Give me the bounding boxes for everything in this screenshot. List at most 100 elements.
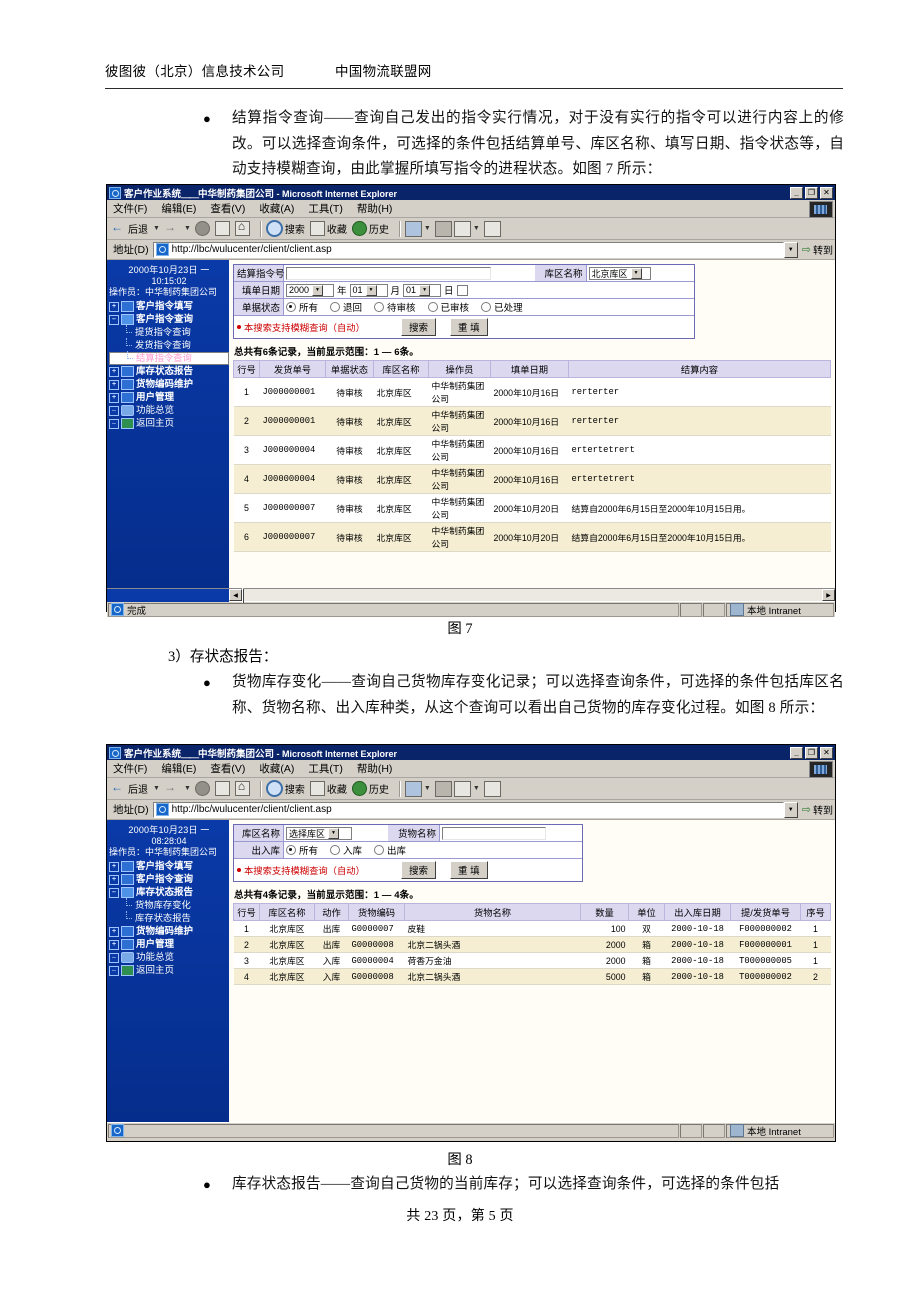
title-bar[interactable]: 客户作业系统＿＿中华制药集团公司 - Microsoft Internet Ex…	[107, 745, 835, 760]
nav-pane-fig8[interactable]: 2000年10月23日 一 08:28:04 操作员：中华制药集团公司 + 客户指…	[107, 820, 229, 1122]
back-button[interactable]: 后退	[111, 780, 148, 796]
nav-item-customer-order-entry[interactable]: + 客户指令填写	[109, 300, 229, 313]
close-button[interactable]: ✕	[820, 746, 833, 759]
mail-dropdown-icon[interactable]: ▼	[424, 225, 431, 232]
date-enable-checkbox[interactable]	[456, 284, 468, 296]
warehouse-select[interactable]: 选择库区 ▼	[286, 826, 352, 840]
close-button[interactable]: ✕	[820, 186, 833, 199]
back-button[interactable]: 后退	[111, 220, 148, 236]
horizontal-scrollbar-fig7[interactable]: ◀ ▶	[107, 588, 835, 607]
menu-edit[interactable]: 编辑(E)	[161, 761, 196, 776]
goods-name-input[interactable]	[442, 826, 546, 840]
discuss-icon[interactable]	[483, 220, 501, 237]
collapse-minus-icon[interactable]: –	[109, 887, 119, 898]
radio-status-all[interactable]: 所有	[286, 300, 318, 314]
menu-favorites[interactable]: 收藏(A)	[259, 201, 294, 216]
nav-pane-fig7[interactable]: 2000年10月23日 一 10:15:02 操作员：中华制药集团公司 + 客户指…	[107, 260, 229, 588]
year-select[interactable]: 2000 ▼	[286, 283, 334, 297]
discuss-icon[interactable]	[483, 780, 501, 797]
edit-dropdown-icon[interactable]: ▼	[473, 785, 480, 792]
menu-tools[interactable]: 工具(T)	[308, 201, 342, 216]
favorites-button[interactable]: 收藏	[309, 781, 347, 796]
restore-button[interactable]: ❐	[805, 746, 818, 759]
table-row[interactable]: 1 J000000001 待审核 北京库区 中华制药集团公司 2000年10月1…	[233, 377, 831, 407]
expand-plus-icon[interactable]: +	[109, 366, 119, 377]
minimize-button[interactable]: _	[790, 186, 803, 199]
reset-button[interactable]: 重 填	[450, 861, 488, 879]
settlement-order-no-input[interactable]	[286, 266, 491, 280]
forward-dropdown-icon[interactable]: ▼	[184, 785, 191, 792]
ie-system-icon[interactable]	[109, 746, 121, 759]
nav-item-inventory-status-report-child[interactable]: 库存状态报告	[109, 911, 229, 925]
nav-item-inventory-status-report[interactable]: – 库存状态报告	[109, 886, 229, 899]
mail-dropdown-icon[interactable]: ▼	[424, 785, 431, 792]
table-row[interactable]: 1 北京库区 出库 G0000007 皮鞋 100 双 2000-10-18 F…	[233, 920, 831, 937]
browser-window-fig8[interactable]: 客户作业系统＿＿中华制药集团公司 - Microsoft Internet Ex…	[106, 744, 836, 1142]
nav-item-goods-code-maintenance[interactable]: + 货物编码维护	[109, 378, 229, 391]
radio-status-returned[interactable]: 退回	[330, 300, 362, 314]
expand-plus-icon[interactable]: +	[109, 301, 119, 312]
minimize-button[interactable]: _	[790, 746, 803, 759]
table-row[interactable]: 4 北京库区 入库 G0000008 北京二锅头酒 5000 箱 2000-10…	[233, 968, 831, 985]
radio-inout-outbound[interactable]: 出库	[374, 843, 406, 857]
toolbar[interactable]: 后退 ▼ ▼ 搜索 收藏 历史 ▼ ▼	[107, 778, 835, 800]
back-dropdown-icon[interactable]: ▼	[153, 225, 160, 232]
collapse-minus-icon[interactable]: –	[109, 405, 119, 416]
home-button[interactable]	[234, 219, 250, 236]
nav-item-goods-code-maintenance[interactable]: + 货物编码维护	[109, 925, 229, 938]
radio-status-processed[interactable]: 已处理	[481, 300, 523, 314]
edit-icon[interactable]	[453, 780, 471, 797]
search-submit-button[interactable]: 搜索	[401, 861, 437, 879]
table-row[interactable]: 4 J000000004 待审核 北京库区 中华制药集团公司 2000年10月1…	[233, 464, 831, 494]
mail-icon[interactable]	[404, 220, 422, 237]
search-form-fig7[interactable]: 结算指令号 库区名称 北京库区 ▼ 填单日期 2000 ▼ 年 01 ▼ 月 0…	[233, 264, 695, 339]
table-row[interactable]: 3 J000000004 待审核 北京库区 中华制药集团公司 2000年10月1…	[233, 435, 831, 465]
go-button[interactable]: ⇨ 转到	[802, 242, 833, 257]
month-select[interactable]: 01 ▼	[349, 283, 388, 297]
edit-dropdown-icon[interactable]: ▼	[473, 225, 480, 232]
reset-button[interactable]: 重 填	[450, 318, 488, 336]
menu-view[interactable]: 查看(V)	[210, 761, 245, 776]
nav-item-user-management[interactable]: + 用户管理	[109, 391, 229, 404]
collapse-minus-icon[interactable]: –	[109, 314, 119, 325]
collapse-minus-icon[interactable]: –	[109, 965, 119, 976]
restore-button[interactable]: ❐	[805, 186, 818, 199]
menu-bar[interactable]: 文件(F) 编辑(E) 查看(V) 收藏(A) 工具(T) 帮助(H)	[107, 200, 835, 218]
address-input[interactable]: http://lbc/wulucenter/client/client.asp	[152, 241, 784, 258]
menu-help[interactable]: 帮助(H)	[357, 201, 393, 216]
collapse-minus-icon[interactable]: –	[109, 952, 119, 963]
radio-inout-inbound[interactable]: 入库	[330, 843, 362, 857]
nav-item-customer-order-entry[interactable]: + 客户指令填写	[109, 860, 229, 873]
radio-status-reviewed[interactable]: 已审核	[427, 300, 469, 314]
nav-tree-fig7[interactable]: + 客户指令填写 – 客户指令查询 提货指令查询 发货指令查询 结算指令查询 + 库存…	[109, 300, 229, 430]
edit-icon[interactable]	[453, 220, 471, 237]
address-bar[interactable]: 地址(D) http://lbc/wulucenter/client/clien…	[107, 800, 835, 820]
menu-favorites[interactable]: 收藏(A)	[259, 761, 294, 776]
menu-file[interactable]: 文件(F)	[113, 201, 147, 216]
favorites-button[interactable]: 收藏	[309, 221, 347, 236]
stop-button[interactable]	[194, 221, 210, 236]
nav-item-customer-order-query[interactable]: + 客户指令查询	[109, 873, 229, 886]
search-submit-button[interactable]: 搜索	[401, 318, 437, 336]
nav-item-function-overview[interactable]: – 功能总览	[109, 951, 229, 964]
table-row[interactable]: 3 北京库区 入库 G0000004 荷香万金油 2000 箱 2000-10-…	[233, 952, 831, 969]
menu-edit[interactable]: 编辑(E)	[161, 201, 196, 216]
table-row[interactable]: 5 J000000007 待审核 北京库区 中华制药集团公司 2000年10月2…	[233, 493, 831, 523]
expand-plus-icon[interactable]: +	[109, 392, 119, 403]
forward-button[interactable]	[164, 780, 179, 796]
nav-item-pickup-order-query[interactable]: 提货指令查询	[109, 325, 229, 339]
nav-item-customer-order-query[interactable]: – 客户指令查询	[109, 313, 229, 326]
table-row[interactable]: 2 北京库区 出库 G0000008 北京二锅头酒 2000 箱 2000-10…	[233, 936, 831, 953]
search-button[interactable]: 搜索	[265, 220, 305, 237]
nav-item-function-overview[interactable]: – 功能总览	[109, 404, 229, 417]
nav-item-return-home[interactable]: – 返回主页	[109, 417, 229, 430]
scroll-left-button[interactable]: ◀	[229, 589, 242, 601]
menu-bar[interactable]: 文件(F) 编辑(E) 查看(V) 收藏(A) 工具(T) 帮助(H)	[107, 760, 835, 778]
scroll-right-button[interactable]: ▶	[822, 589, 835, 601]
stop-button[interactable]	[194, 781, 210, 796]
toolbar[interactable]: 后退 ▼ ▼ 搜索 收藏 历史 ▼ ▼	[107, 218, 835, 240]
expand-plus-icon[interactable]: +	[109, 874, 119, 885]
search-button[interactable]: 搜索	[265, 780, 305, 797]
nav-item-user-management[interactable]: + 用户管理	[109, 938, 229, 951]
nav-item-return-home[interactable]: – 返回主页	[109, 964, 229, 977]
